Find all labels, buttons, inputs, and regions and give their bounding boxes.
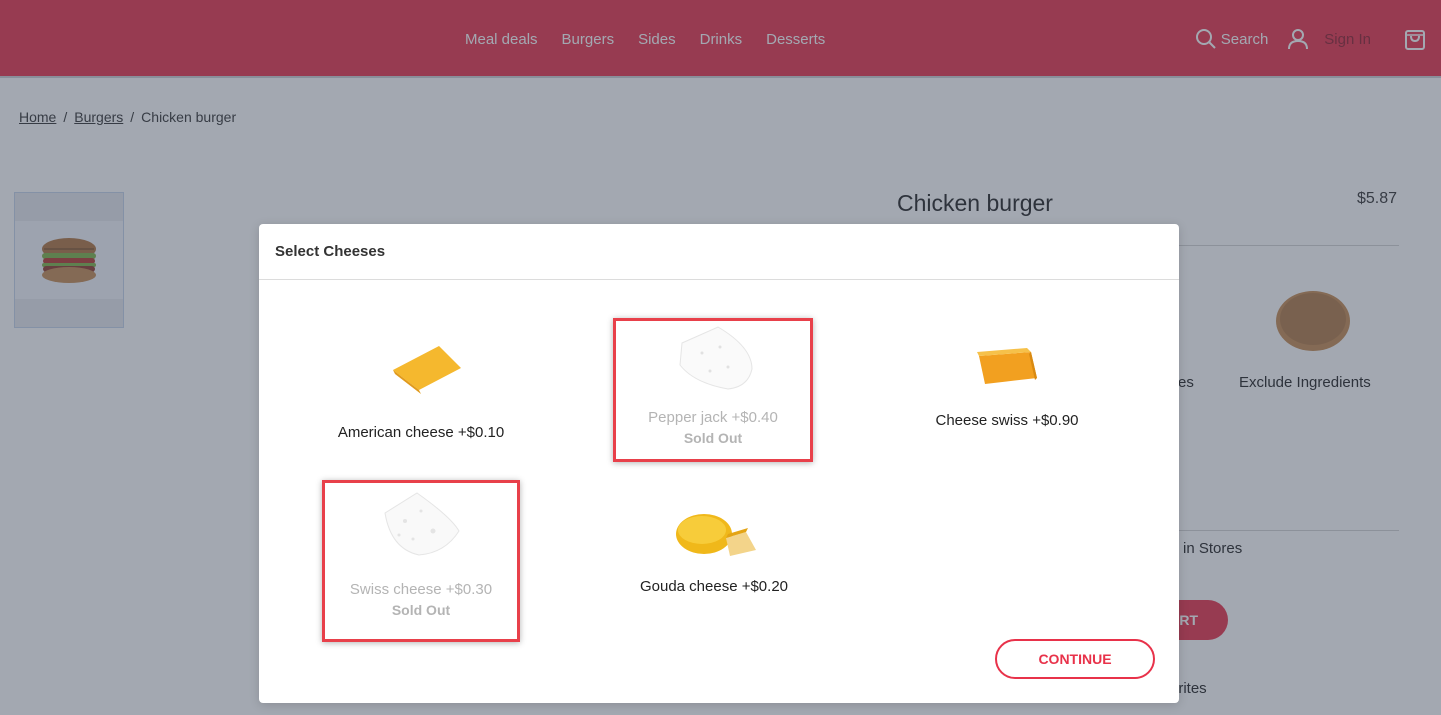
cheese-option-american[interactable]: American cheese +$0.10 bbox=[321, 334, 521, 441]
modal-header: Select Cheeses bbox=[259, 224, 1179, 280]
cheese-option-label: American cheese +$0.10 bbox=[337, 424, 505, 441]
sold-out-label: Sold Out bbox=[683, 430, 743, 446]
pepper-jack-wedge-icon bbox=[679, 326, 753, 390]
cheese-option-swiss[interactable]: Swiss cheese +$0.30 Sold Out bbox=[322, 480, 520, 642]
cheese-option-label: Swiss cheese +$0.30 bbox=[349, 581, 493, 598]
cheese-option-cheese-swiss[interactable]: Cheese swiss +$0.90 bbox=[907, 342, 1107, 429]
cheese-block-icon bbox=[977, 348, 1037, 384]
swiss-cheese-wedge-icon bbox=[384, 492, 460, 556]
american-cheese-slice-icon bbox=[393, 346, 461, 394]
cheese-option-label: Gouda cheese +$0.20 bbox=[639, 578, 789, 595]
select-cheeses-modal: Select Cheeses American cheese +$0.10 Pe… bbox=[259, 224, 1179, 703]
modal-title: Select Cheeses bbox=[275, 243, 386, 260]
sold-out-label: Sold Out bbox=[391, 602, 451, 618]
cheese-option-gouda[interactable]: Gouda cheese +$0.20 bbox=[614, 508, 814, 595]
cheese-option-pepper-jack[interactable]: Pepper jack +$0.40 Sold Out bbox=[613, 318, 813, 462]
gouda-wheel-icon bbox=[676, 514, 756, 556]
cheese-option-label: Cheese swiss +$0.90 bbox=[935, 412, 1079, 429]
continue-button[interactable]: CONTINUE bbox=[995, 639, 1155, 679]
cheese-option-label: Pepper jack +$0.40 bbox=[648, 409, 778, 426]
